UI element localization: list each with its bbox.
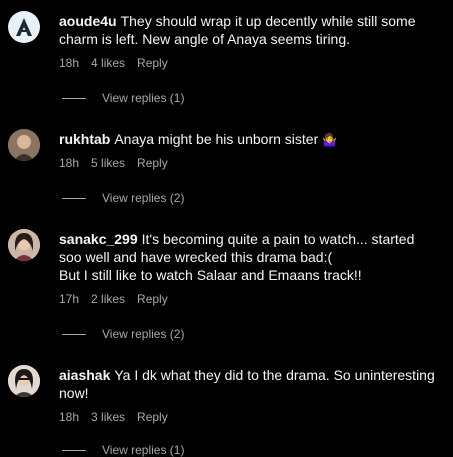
divider-line (62, 333, 86, 335)
view-replies-label: View replies (2) (102, 327, 185, 341)
logo-avatar-icon (16, 18, 32, 36)
reply-button[interactable]: Reply (137, 292, 168, 306)
comment-body: Anaya might be his unborn sister (114, 131, 319, 147)
avatar[interactable] (8, 229, 40, 261)
profile-photo-icon (8, 129, 40, 161)
comment-text: rukhtab Anaya might be his unborn sister … (59, 130, 439, 149)
view-replies-label: View replies (1) (102, 91, 185, 105)
comment-text: aiashak Ya I dk what they did to the dram… (59, 366, 439, 402)
comment-item: aiashak Ya I dk what they did to the dram… (0, 354, 453, 457)
profile-photo-icon (8, 365, 40, 397)
view-replies-label: View replies (2) (102, 191, 185, 205)
reply-button[interactable]: Reply (137, 56, 168, 70)
comment-likes[interactable]: 4 likes (91, 56, 125, 70)
comment-body-line-2: But I still like to watch Salaar and Ema… (59, 267, 362, 283)
avatar[interactable] (8, 365, 40, 397)
comment-likes[interactable]: 5 likes (91, 156, 125, 170)
comment-username[interactable]: aoude4u (59, 13, 117, 29)
comment-item: rukhtab Anaya might be his unborn sister … (0, 118, 453, 218)
profile-photo-icon (8, 229, 40, 261)
view-replies-button[interactable]: View replies (1) (62, 91, 184, 105)
comment-meta: 18h 4 likes Reply (59, 56, 168, 70)
comment-text: aoude4u They should wrap it up decently w… (59, 12, 439, 48)
comment-item: aoude4u They should wrap it up decently w… (0, 0, 453, 110)
divider-line (62, 197, 86, 199)
view-replies-button[interactable]: View replies (1) (62, 443, 184, 457)
avatar[interactable] (8, 11, 40, 43)
comment-time: 18h (59, 156, 80, 170)
comment-text: sanakc_299 It's becoming quite a pain to … (59, 230, 439, 284)
comment-body: Ya I dk what they did to the drama. So u… (59, 367, 435, 401)
reply-button[interactable]: Reply (137, 156, 168, 170)
divider-line (62, 97, 86, 99)
comment-likes[interactable]: 2 likes (91, 292, 125, 306)
comment-username[interactable]: rukhtab (59, 131, 110, 147)
comment-likes[interactable]: 3 likes (91, 410, 125, 424)
comment-time: 18h (59, 56, 80, 70)
comment-meta: 18h 3 likes Reply (59, 410, 168, 424)
reply-button[interactable]: Reply (137, 410, 168, 424)
comment-time: 18h (59, 410, 80, 424)
avatar[interactable] (8, 129, 40, 161)
comment-username[interactable]: aiashak (59, 367, 110, 383)
divider-line (62, 449, 86, 451)
comment-meta: 17h 2 likes Reply (59, 292, 168, 306)
comment-item: sanakc_299 It's becoming quite a pain to … (0, 218, 453, 348)
comment-meta: 18h 5 likes Reply (59, 156, 168, 170)
view-replies-button[interactable]: View replies (2) (62, 327, 184, 341)
view-replies-label: View replies (1) (102, 443, 185, 457)
comment-username[interactable]: sanakc_299 (59, 231, 138, 247)
comment-time: 17h (59, 292, 80, 306)
view-replies-button[interactable]: View replies (2) (62, 191, 184, 205)
emoji-icon: 🤷‍♀️ (322, 133, 338, 147)
